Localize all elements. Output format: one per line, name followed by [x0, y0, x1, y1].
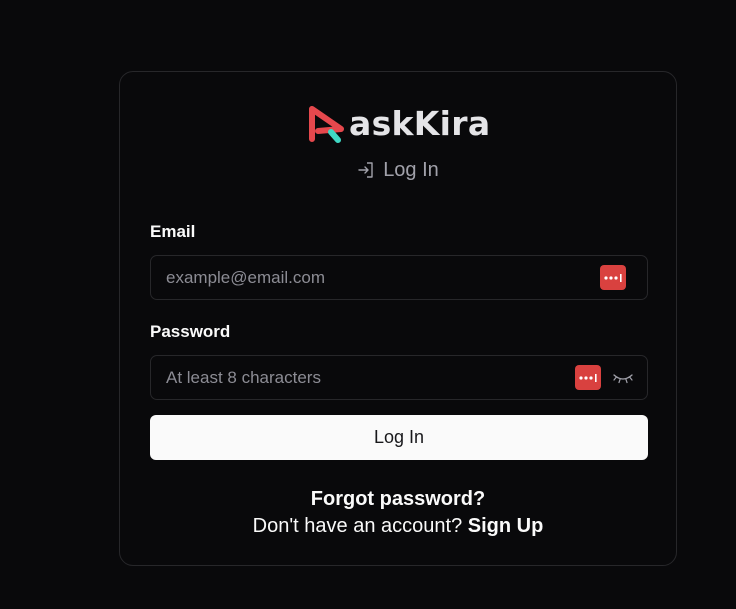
- page-title-text: Log In: [383, 158, 439, 181]
- signup-prompt-text: Don't have an account?: [252, 515, 463, 537]
- brand-name: askKira: [349, 104, 491, 143]
- email-field-wrapper: [150, 255, 648, 300]
- signup-link[interactable]: Sign Up: [468, 515, 544, 537]
- page-title: Log In: [120, 158, 676, 182]
- signup-prompt: Don't have an account? Sign Up: [120, 515, 676, 538]
- password-manager-icon[interactable]: [575, 365, 601, 390]
- password-label: Password: [150, 322, 231, 341]
- eye-closed-icon[interactable]: [612, 371, 634, 389]
- password-field-wrapper: [150, 355, 648, 400]
- email-field[interactable]: [151, 256, 647, 299]
- forgot-password-link[interactable]: Forgot password?: [120, 488, 676, 511]
- brand-logo: askKira: [307, 103, 490, 145]
- login-card: askKira Log In Email Password: [119, 71, 677, 566]
- login-button[interactable]: Log In: [150, 415, 648, 460]
- askkira-logo-icon: [309, 106, 344, 143]
- log-in-icon: [358, 162, 373, 178]
- password-manager-icon[interactable]: [600, 265, 626, 290]
- password-field[interactable]: [151, 356, 647, 399]
- email-label: Email: [150, 222, 196, 241]
